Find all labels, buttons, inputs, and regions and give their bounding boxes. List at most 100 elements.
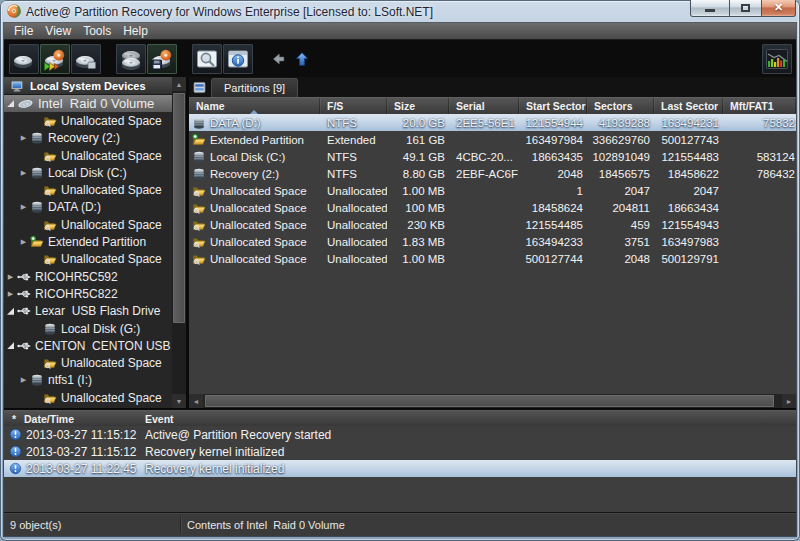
minimize-button[interactable] [690, 0, 730, 17]
column-header-size[interactable]: Size [387, 98, 449, 114]
expander-closed-icon[interactable]: ▶ [17, 203, 30, 211]
table-row[interactable]: DATA (D:)NTFS20.0 GB2EE5-56E112155494441… [189, 114, 796, 131]
quick-scan-button[interactable] [40, 44, 70, 74]
tree-item[interactable]: ▶DATA (D:) [4, 199, 172, 216]
scan-drive-button[interactable] [9, 44, 39, 74]
expander-closed-icon[interactable]: ▶ [4, 273, 17, 281]
cell-serial [449, 182, 519, 199]
tree-item[interactable]: Unallocated Space [4, 354, 172, 371]
expander-closed-icon[interactable]: ▶ [17, 134, 30, 142]
cell-name: Local Disk (C:) [189, 148, 320, 165]
menu-tools[interactable]: Tools [77, 23, 117, 39]
expander-open-icon[interactable]: ◢ [4, 342, 17, 349]
open-disk-image-button[interactable] [71, 44, 101, 74]
tree-item[interactable]: ◢Intel Raid 0 Volume [4, 95, 172, 112]
cell-fs: Extended [320, 131, 387, 148]
maximize-button[interactable] [730, 0, 762, 17]
close-button[interactable]: ✕ [762, 0, 796, 17]
tree-item[interactable]: Unallocated Space [4, 181, 172, 198]
cell-mft_fat1 [723, 182, 796, 199]
cell-start_sector: 1 [519, 182, 587, 199]
column-header-serial[interactable]: Serial [449, 98, 519, 114]
search-button[interactable] [192, 44, 222, 74]
cell-last_sector: 18663434 [654, 199, 723, 216]
cell-sectors: 2047 [587, 182, 654, 199]
log-entry[interactable]: 2013-03-27 11:15:12Active@ Partition Rec… [4, 426, 796, 443]
column-header-start-sector[interactable]: Start Sector [519, 98, 587, 114]
scroll-left-icon[interactable]: ◄ [189, 394, 203, 408]
table-row[interactable]: Unallocated SpaceUnallocated1.00 MB50012… [189, 250, 796, 267]
tree-item[interactable]: Local Disk (G:) [4, 320, 172, 337]
cell-fs: NTFS [320, 114, 387, 131]
devices-panel-title: Local System Devices [30, 80, 146, 92]
tree-item-label: Unallocated Space [61, 356, 162, 370]
tab-partitions[interactable]: Partitions [9] [211, 78, 298, 97]
expander-open-icon[interactable]: ◢ [4, 100, 17, 107]
cell-name: Recovery (2:) [189, 165, 320, 182]
column-header-f-s[interactable]: F/S [320, 98, 387, 114]
menu-file[interactable]: File [8, 23, 39, 39]
tree-item-label: Lexar USB Flash Drive [35, 304, 160, 318]
back-button[interactable] [267, 48, 289, 70]
tree-item[interactable]: ▶Local Disk (C:) [4, 164, 172, 181]
log-entry[interactable]: 2013-03-27 11:15:12Recovery kernel initi… [4, 443, 796, 460]
tree-item[interactable]: ▶Recovery (2:) [4, 130, 172, 147]
tree-item[interactable]: Unallocated Space [4, 216, 172, 233]
tree-item[interactable]: ◢CENTON CENTON USB [4, 337, 172, 354]
column-header-mft-fat1[interactable]: Mft/FAT1 [723, 98, 796, 114]
column-header-last-sector[interactable]: Last Sector [654, 98, 723, 114]
disk-usage-chart-button[interactable] [762, 44, 792, 74]
cell-fs: NTFS [320, 165, 387, 182]
save-disk-image-button[interactable] [147, 44, 177, 74]
table-row[interactable]: Unallocated SpaceUnallocated1.00 MB12047… [189, 182, 796, 199]
tree-item[interactable]: Unallocated Space [4, 251, 172, 268]
event-log-empty [4, 477, 796, 512]
log-event-column-header[interactable]: Event [145, 413, 796, 425]
table-row[interactable]: Extended PartitionExtended161 GB16349798… [189, 131, 796, 148]
tree-item-label: Extended Partition [48, 235, 146, 249]
tree-item-label: RICOHR5C822 [35, 287, 118, 301]
scroll-down-icon[interactable]: ▼ [172, 394, 186, 408]
scroll-right-icon[interactable]: ► [782, 394, 796, 408]
table-hscrollbar-thumb[interactable] [205, 395, 774, 407]
expander-closed-icon[interactable]: ▶ [17, 169, 30, 177]
column-header-sectors[interactable]: Sectors [587, 98, 654, 114]
tree-item[interactable]: Unallocated Space [4, 147, 172, 164]
table-header: NameF/SSizeSerialStart SectorSectorsLast… [189, 97, 796, 114]
tree-scrollbar-thumb[interactable] [173, 93, 185, 323]
disk-icon [30, 200, 44, 214]
expander-closed-icon[interactable]: ▶ [4, 290, 17, 298]
cell-mft_fat1: 786432 [723, 165, 796, 182]
log-marker-column-header[interactable]: * [4, 413, 24, 425]
cell-sectors: 204811 [587, 199, 654, 216]
log-datetime-column-header[interactable]: Date/Time [24, 413, 145, 425]
tree-item[interactable]: ◢ Lexar USB Flash Drive [4, 303, 172, 320]
table-row[interactable]: Unallocated SpaceUnallocated1.83 MB16349… [189, 233, 796, 250]
table-hscrollbar-track[interactable] [203, 394, 782, 408]
tree-item[interactable]: Unallocated Space [4, 389, 172, 406]
log-entry[interactable]: 2013-03-27 11:22:45Recovery kernel initi… [4, 460, 796, 477]
expander-open-icon[interactable]: ◢ [4, 308, 17, 315]
menu-help[interactable]: Help [117, 23, 154, 39]
table-row[interactable]: Unallocated SpaceUnallocated230 KB121554… [189, 216, 796, 233]
column-header-label: Mft/FAT1 [730, 100, 774, 112]
menu-view[interactable]: View [39, 23, 77, 39]
table-row[interactable]: Unallocated SpaceUnallocated100 MB184586… [189, 199, 796, 216]
table-row[interactable]: Recovery (2:)NTFS8.80 GB2EBF-AC6F2048184… [189, 165, 796, 182]
tree-item[interactable]: Unallocated Space [4, 112, 172, 129]
expander-closed-icon[interactable]: ▶ [17, 238, 30, 246]
tree-item[interactable]: ▶ RICOHR5C822 [4, 285, 172, 302]
tree-scrollbar-track[interactable] [172, 91, 186, 394]
table-row[interactable]: Local Disk (C:)NTFS49.1 GB4CBC-20...1866… [189, 148, 796, 165]
tree-item[interactable]: ▶ntfs1 (I:) [4, 372, 172, 389]
tree-item[interactable]: ▶RICOHR5C592 [4, 268, 172, 285]
cell-serial: 2EE5-56E1 [449, 114, 519, 131]
scroll-up-icon[interactable]: ▲ [172, 77, 186, 91]
column-header-name[interactable]: Name [189, 98, 320, 114]
virtual-devices-button[interactable] [116, 44, 146, 74]
up-button[interactable] [291, 48, 313, 70]
cell-serial: 2EBF-AC6F [449, 165, 519, 182]
expander-closed-icon[interactable]: ▶ [17, 376, 30, 384]
properties-button[interactable] [223, 44, 253, 74]
tree-item[interactable]: ▶ Extended Partition [4, 233, 172, 250]
